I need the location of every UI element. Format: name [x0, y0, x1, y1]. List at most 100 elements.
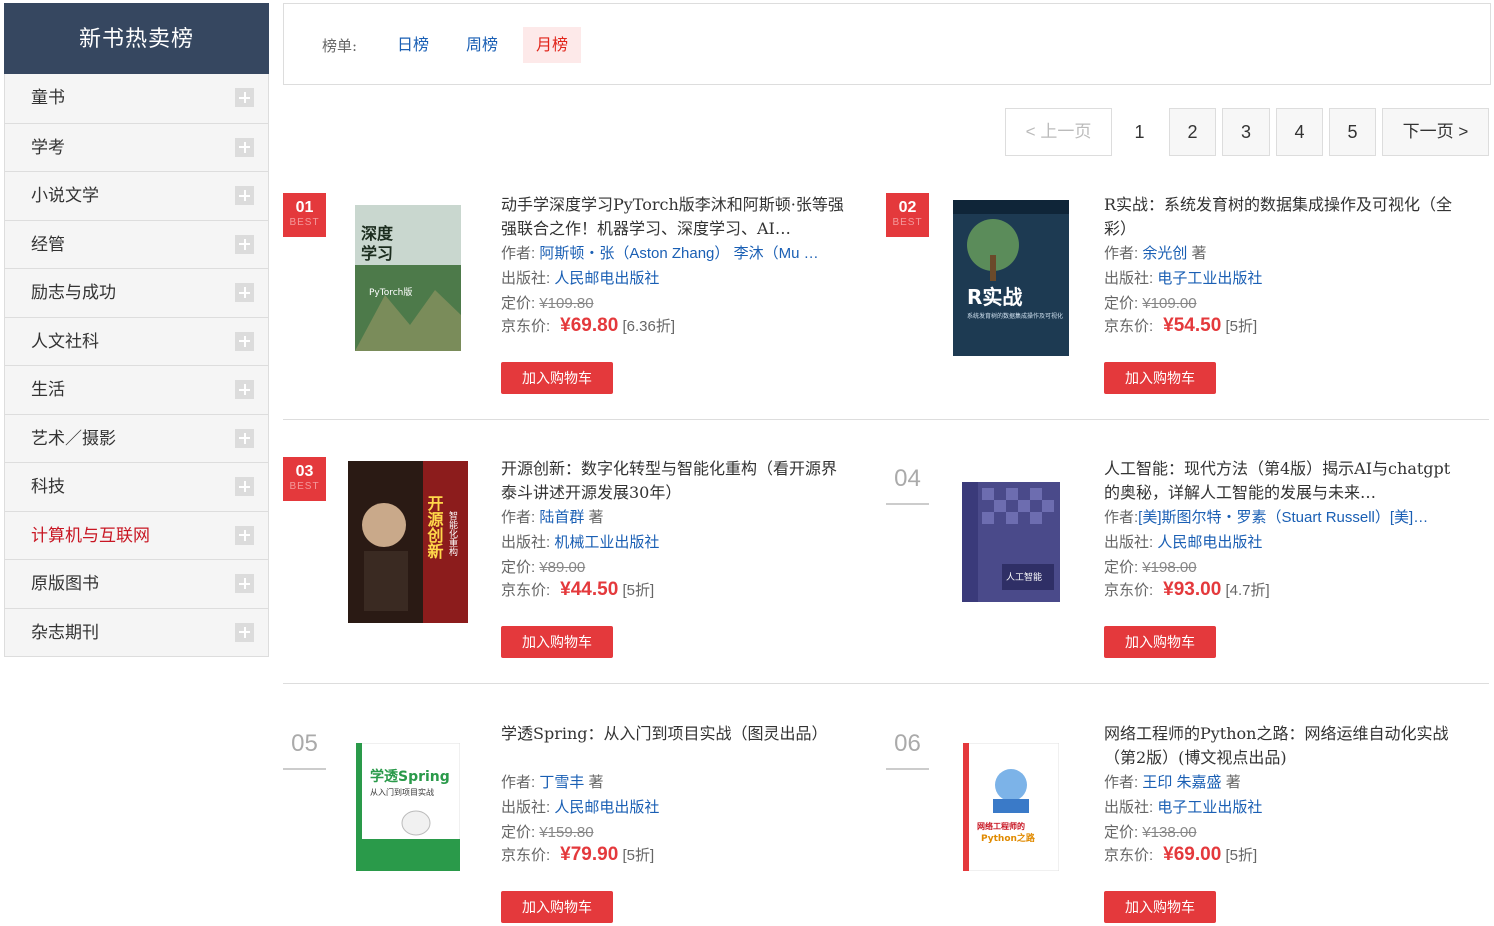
add-to-cart-button[interactable]: 加入购物车: [501, 891, 613, 923]
book-card: 02 BEST R实战 系统发育树的数据集成操作及可视化 R实战：系统发育树的数…: [886, 193, 1486, 433]
book-cover-image: 网络工程师的 Python之路: [962, 743, 1059, 871]
book-cover-image: 学透Spring 从入门到项目实战: [355, 743, 460, 871]
rank-badge: 01 BEST: [283, 193, 326, 237]
book-author: 作者: 余光创 著: [1104, 245, 1207, 262]
book-jd-price: 京东价: ¥93.00 [4.7折]: [1104, 579, 1270, 600]
book-card: 03 BEST 开源创新 智能化重构 开源创新：数字化转型与智能化重构（看开源界…: [283, 457, 883, 697]
svg-text:深度: 深度: [361, 224, 394, 243]
sidebar-item-exam[interactable]: 学考: [5, 122, 268, 171]
book-cover[interactable]: 学透Spring 从入门到项目实战: [345, 722, 470, 892]
category-list: 童书 学考 小说文学 经管 励志与成功 人文社科 生活 艺术／摄影 科技 计算机…: [4, 74, 269, 657]
ranking-filter-bar: 榜单: 日榜 周榜 月榜: [283, 3, 1491, 85]
book-list-price: 定价: ¥89.00: [501, 559, 586, 576]
sidebar-item-business[interactable]: 经管: [5, 219, 268, 268]
book-jd-price: 京东价: ¥54.50 [5折]: [1104, 315, 1258, 336]
plus-icon[interactable]: [235, 234, 254, 254]
book-jd-price: 京东价: ¥44.50 [5折]: [501, 579, 655, 600]
sidebar-item-art-photography[interactable]: 艺术／摄影: [5, 413, 268, 462]
page-4-button[interactable]: 4: [1276, 108, 1323, 156]
book-list-price: 定价: ¥138.00: [1104, 824, 1197, 841]
page-1-button[interactable]: 1: [1116, 108, 1163, 156]
plus-icon[interactable]: [235, 283, 254, 302]
book-jd-price: 京东价: ¥79.90 [5折]: [501, 844, 655, 865]
tab-weekly[interactable]: 周榜: [453, 27, 511, 63]
book-list-price: 定价: ¥198.00: [1104, 559, 1197, 576]
svg-text:从入门到项目实战: 从入门到项目实战: [370, 787, 434, 797]
plus-icon[interactable]: [235, 186, 254, 205]
sidebar-item-fiction[interactable]: 小说文学: [5, 171, 268, 220]
add-to-cart-button[interactable]: 加入购物车: [1104, 891, 1216, 923]
book-card: 06 网络工程师的 Python之路 网络工程师的Python之路：网络运维自动…: [886, 722, 1486, 926]
svg-text:学透Spring: 学透Spring: [370, 768, 450, 785]
book-title[interactable]: R实战：系统发育树的数据集成操作及可视化（全彩）: [1104, 193, 1454, 241]
book-author: 作者: 王印 朱嘉盛 著: [1104, 774, 1241, 791]
svg-text:开源创新: 开源创新: [424, 495, 444, 560]
next-page-button[interactable]: 下一页 >: [1382, 108, 1489, 156]
plus-icon[interactable]: [235, 88, 254, 107]
add-to-cart-button[interactable]: 加入购物车: [1104, 362, 1216, 394]
rank-number: 05: [283, 730, 326, 770]
book-cover[interactable]: 深度 学习 PyTorch版: [345, 193, 470, 363]
book-cover-image: 深度 学习 PyTorch版: [354, 205, 461, 351]
plus-icon[interactable]: [235, 477, 254, 496]
sidebar-item-self-help[interactable]: 励志与成功: [5, 268, 268, 317]
book-publisher: 出版社: 电子工业出版社: [1104, 799, 1263, 816]
filter-label: 榜单:: [322, 37, 358, 55]
sidebar-item-technology[interactable]: 科技: [5, 462, 268, 511]
sidebar-item-computers-internet[interactable]: 计算机与互联网: [5, 510, 268, 559]
add-to-cart-button[interactable]: 加入购物车: [501, 626, 613, 658]
svg-text:系统发育树的数据集成操作及可视化: 系统发育树的数据集成操作及可视化: [967, 312, 1063, 320]
book-publisher: 出版社: 机械工业出版社: [501, 534, 660, 551]
page-3-button[interactable]: 3: [1222, 108, 1270, 156]
book-publisher: 出版社: 人民邮电出版社: [1104, 534, 1263, 551]
prev-page-button[interactable]: < 上一页: [1005, 108, 1112, 156]
plus-icon[interactable]: [235, 331, 254, 351]
book-cover[interactable]: 开源创新 智能化重构: [345, 457, 470, 627]
sidebar-item-magazines[interactable]: 杂志期刊: [5, 607, 268, 656]
book-title[interactable]: 学透Spring：从入门到项目实战（图灵出品）: [501, 722, 851, 746]
svg-text:PyTorch版: PyTorch版: [369, 286, 412, 298]
book-author: 作者:[美]斯图尔特・罗素（Stuart Russell）[美]…: [1104, 509, 1429, 526]
book-publisher: 出版社: 电子工业出版社: [1104, 270, 1263, 287]
plus-icon[interactable]: [235, 380, 254, 399]
book-title[interactable]: 人工智能：现代方法（第4版）揭示AI与chatgpt的奥秘，详解人工智能的发展与…: [1104, 457, 1454, 505]
rank-number: 04: [886, 465, 929, 505]
plus-icon[interactable]: [235, 137, 254, 157]
row-divider: [283, 419, 1489, 420]
sidebar-title: 新书热卖榜: [4, 3, 269, 74]
book-author: 作者: 阿斯顿・张（Aston Zhang） 李沐（Mu …: [501, 245, 819, 262]
sidebar-item-life[interactable]: 生活: [5, 365, 268, 414]
book-title[interactable]: 开源创新：数字化转型与智能化重构（看开源界泰斗讲述开源发展30年）: [501, 457, 851, 505]
tab-daily[interactable]: 日榜: [384, 27, 442, 63]
book-jd-price: 京东价: ¥69.80 [6.36折]: [501, 315, 675, 336]
add-to-cart-button[interactable]: 加入购物车: [1104, 626, 1216, 658]
row-divider: [283, 683, 1489, 684]
book-title[interactable]: 动手学深度学习PyTorch版李沐和阿斯顿·张等强强联合之作！机器学习、深度学习…: [501, 193, 851, 241]
sidebar-item-childrens-books[interactable]: 童书: [5, 74, 268, 123]
plus-icon[interactable]: [235, 622, 254, 642]
svg-text:人工智能: 人工智能: [1006, 571, 1042, 583]
book-cover-image: 人工智能: [961, 482, 1060, 602]
page-2-button[interactable]: 2: [1169, 108, 1216, 156]
add-to-cart-button[interactable]: 加入购物车: [501, 362, 613, 394]
svg-text:智能化重构: 智能化重构: [447, 510, 458, 557]
rank-number: 06: [886, 730, 929, 770]
tab-monthly[interactable]: 月榜: [523, 27, 582, 63]
book-cover[interactable]: R实战 系统发育树的数据集成操作及可视化: [948, 193, 1073, 363]
category-sidebar: 新书热卖榜 童书 学考 小说文学 经管 励志与成功 人文社科 生活 艺术／摄影 …: [4, 3, 269, 657]
book-title[interactable]: 网络工程师的Python之路：网络运维自动化实战（第2版）(博文视点出品): [1104, 722, 1454, 770]
plus-icon[interactable]: [235, 428, 254, 448]
book-publisher: 出版社: 人民邮电出版社: [501, 270, 660, 287]
book-cover[interactable]: 人工智能: [948, 457, 1073, 627]
plus-icon[interactable]: [235, 574, 254, 593]
plus-icon[interactable]: [235, 525, 254, 545]
sidebar-item-humanities[interactable]: 人文社科: [5, 316, 268, 365]
svg-text:学习: 学习: [361, 244, 393, 263]
svg-text:Python之路: Python之路: [981, 832, 1036, 844]
book-card: 05 学透Spring 从入门到项目实战 学透Spring：从入门到项目实战（图…: [283, 722, 883, 926]
page-5-button[interactable]: 5: [1329, 108, 1376, 156]
rank-badge: 02 BEST: [886, 193, 929, 237]
book-card: 04 人工智能 人工智能：现代方法（第4版）揭示AI与chatgpt的奥秘，详解…: [886, 457, 1486, 697]
book-cover[interactable]: 网络工程师的 Python之路: [948, 722, 1073, 892]
sidebar-item-original-books[interactable]: 原版图书: [5, 559, 268, 608]
